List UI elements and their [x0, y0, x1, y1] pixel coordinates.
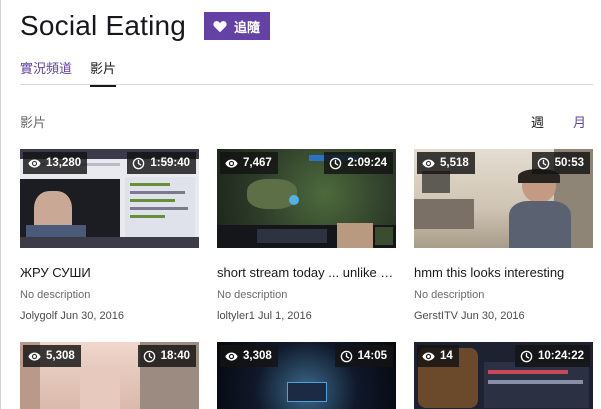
video-thumbnail[interactable]: 13,280 1:59:40 — [20, 149, 199, 248]
length-badge: 2:09:24 — [324, 152, 393, 174]
channel-tabs: 實況頻道 影片 — [20, 58, 117, 87]
period-week[interactable]: 週 — [531, 112, 544, 131]
views-badge: 5,518 — [417, 152, 475, 174]
eye-icon — [225, 351, 238, 361]
videos-section-header: 影片 週 月 — [20, 112, 586, 131]
channel-header: Social Eating 追隨 — [20, 10, 271, 42]
video-length: 18:40 — [160, 350, 190, 362]
video-meta[interactable]: loltyler1 Jul 1, 2016 — [217, 310, 396, 322]
views-badge: 3,308 — [220, 345, 278, 367]
clock-icon — [537, 157, 549, 169]
video-title[interactable]: hmm this looks interesting — [414, 265, 593, 280]
tab-videos[interactable]: 影片 — [90, 58, 117, 87]
views-badge: 13,280 — [23, 152, 88, 174]
video-description: No description — [20, 289, 91, 301]
channel-title: Social Eating — [20, 10, 187, 41]
video-card[interactable]: 3,308 14:05 — [217, 342, 396, 409]
view-count: 3,308 — [243, 350, 272, 362]
heart-icon — [213, 20, 227, 32]
video-title[interactable]: short stream today ... unlike m... — [217, 265, 396, 280]
view-count: 5,308 — [46, 350, 75, 362]
view-count: 14 — [440, 350, 453, 362]
clock-icon — [340, 350, 352, 362]
video-length: 50:53 — [554, 157, 584, 169]
eye-icon — [28, 351, 41, 361]
video-title[interactable]: ЖРУ СУШИ — [20, 265, 199, 280]
eye-icon — [225, 158, 238, 168]
views-badge: 7,467 — [220, 152, 278, 174]
length-badge: 18:40 — [137, 345, 196, 367]
clock-icon — [520, 350, 533, 362]
views-badge: 5,308 — [23, 345, 81, 367]
follow-label: 追隨 — [234, 19, 261, 35]
views-badge: 14 — [417, 345, 459, 367]
video-description: No description — [414, 289, 485, 301]
period-toggle: 週 月 — [531, 112, 586, 131]
video-grid: 13,280 1:59:40 ЖРУ СУШИ No description J… — [20, 149, 593, 409]
video-card[interactable]: 5,518 50:53 hmm this looks interesting N… — [414, 149, 593, 322]
tabs-divider — [20, 84, 593, 85]
video-length: 14:05 — [357, 350, 387, 362]
view-count: 7,467 — [243, 157, 272, 169]
video-length: 10:24:22 — [537, 350, 584, 362]
follow-button[interactable]: 追隨 — [204, 12, 271, 40]
period-month[interactable]: 月 — [573, 112, 586, 131]
video-length: 1:59:40 — [150, 157, 190, 169]
video-card[interactable]: 7,467 2:09:24 short stream today ... unl… — [217, 149, 396, 322]
view-count: 5,518 — [440, 157, 469, 169]
video-card[interactable]: 13,280 1:59:40 ЖРУ СУШИ No description J… — [20, 149, 199, 322]
length-badge: 1:59:40 — [127, 152, 196, 174]
length-badge: 50:53 — [531, 152, 590, 174]
video-thumbnail[interactable]: 5,308 18:40 — [20, 342, 199, 409]
video-length: 2:09:24 — [347, 157, 387, 169]
section-title: 影片 — [20, 115, 47, 130]
tab-live-channels[interactable]: 實況頻道 — [20, 58, 72, 87]
video-card[interactable]: 5,308 18:40 — [20, 342, 199, 409]
clock-icon — [133, 157, 145, 169]
view-count: 13,280 — [46, 157, 82, 169]
eye-icon — [422, 158, 435, 168]
video-meta[interactable]: Jolygolf Jun 30, 2016 — [20, 310, 199, 322]
video-thumbnail[interactable]: 5,518 50:53 — [414, 149, 593, 248]
video-thumbnail[interactable]: 3,308 14:05 — [217, 342, 396, 409]
eye-icon — [28, 158, 41, 168]
video-thumbnail[interactable]: 14 10:24:22 — [414, 342, 593, 409]
video-description: No description — [217, 289, 288, 301]
length-badge: 10:24:22 — [514, 345, 590, 367]
video-thumbnail[interactable]: 7,467 2:09:24 — [217, 149, 396, 248]
eye-icon — [422, 351, 435, 361]
clock-icon — [330, 157, 342, 169]
clock-icon — [143, 350, 155, 362]
length-badge: 14:05 — [334, 345, 393, 367]
channel-page: Social Eating 追隨 實況頻道 影片 影片 週 月 13,280 1… — [0, 0, 602, 409]
video-card[interactable]: 14 10:24:22 — [414, 342, 593, 409]
video-meta[interactable]: GerstITV Jun 30, 2016 — [414, 310, 593, 322]
